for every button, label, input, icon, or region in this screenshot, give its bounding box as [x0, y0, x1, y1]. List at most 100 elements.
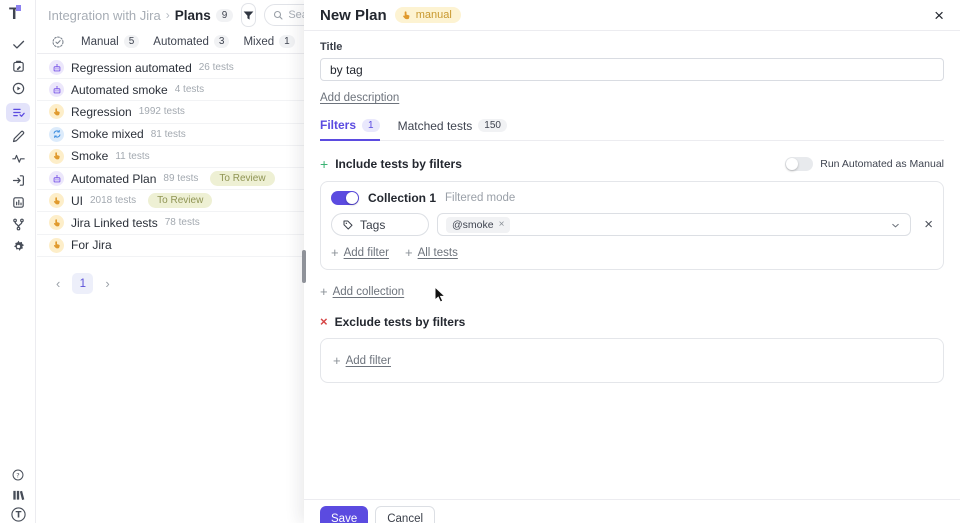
tab-mixed[interactable]: Mixed 1: [243, 35, 295, 48]
collection-toggle[interactable]: [331, 191, 359, 205]
exclude-card: + Add filter: [320, 338, 944, 383]
plan-title-input[interactable]: [320, 58, 944, 81]
hand-icon: [49, 237, 64, 253]
sidebar-item-editor[interactable]: [6, 129, 30, 144]
sidebar-item-suites[interactable]: [6, 59, 30, 74]
next-page-button[interactable]: ›: [105, 276, 109, 291]
robot-icon: [49, 60, 64, 76]
remove-filter-icon[interactable]: ×: [924, 217, 933, 232]
select-all-icon[interactable]: [51, 35, 65, 49]
include-section-header: + Include tests by filters Run Automated…: [320, 156, 944, 172]
tags-value-input[interactable]: @smoke ×: [437, 213, 912, 236]
plus-icon[interactable]: +: [320, 156, 328, 172]
tab-filters[interactable]: Filters 1: [320, 118, 380, 141]
plan-row[interactable]: Automated Plan 89 tests To Review: [37, 168, 304, 191]
plan-row[interactable]: Regression 1992 tests: [37, 101, 304, 124]
exclude-x-icon[interactable]: ×: [320, 314, 328, 329]
sidebar-item-import[interactable]: [6, 173, 30, 188]
plan-row[interactable]: For Jira: [37, 235, 304, 257]
include-section-title: Include tests by filters: [335, 157, 462, 171]
app-logo[interactable]: T: [9, 5, 22, 22]
collection-card: Collection 1 Filtered mode Tags @smoke ×…: [320, 181, 944, 270]
prev-page-button[interactable]: ‹: [56, 276, 60, 291]
plan-type-tabs: Manual5 Automated3 Mixed1 Generated: [37, 30, 363, 54]
robot-icon: [49, 82, 64, 98]
docs-button[interactable]: [6, 487, 30, 502]
play-circle-icon: [12, 82, 24, 95]
page-title: Plans: [174, 7, 211, 23]
status-badge: To Review: [210, 171, 275, 187]
run-automated-toggle[interactable]: [785, 157, 814, 171]
collection-name: Collection 1: [368, 191, 437, 205]
status-badge: To Review: [148, 193, 213, 209]
board-icon: [12, 60, 24, 72]
sidebar-bottom: ? T: [0, 467, 36, 522]
breadcrumb[interactable]: Integration with Jira: [48, 8, 161, 23]
cancel-button[interactable]: Cancel: [375, 506, 436, 523]
plan-row[interactable]: Smoke mixed 81 tests: [37, 124, 304, 146]
plan-row[interactable]: Regression automated 26 tests: [37, 57, 304, 80]
chevron-down-icon[interactable]: [890, 220, 901, 231]
add-filter-link[interactable]: + Add filter: [331, 245, 389, 260]
robot-icon: [49, 171, 64, 187]
breadcrumb-separator: ›: [165, 8, 170, 22]
add-collection-row: + Add collection: [320, 284, 944, 299]
drawer-body: Title Add description Filters1 Matched t…: [304, 31, 960, 499]
plan-row[interactable]: UI 2018 tests To Review: [37, 190, 304, 213]
sidebar-item-runs[interactable]: [6, 81, 30, 96]
funnel-icon: [243, 10, 254, 20]
title-label: Title: [320, 41, 343, 53]
run-automated-label: Run Automated as Manual: [820, 158, 944, 170]
logo-accent-square: [16, 5, 22, 11]
books-icon: [13, 490, 25, 500]
collection-actions: + Add filter + All tests: [331, 245, 933, 260]
new-plan-drawer: New Plan manual × Title Add description …: [304, 0, 960, 523]
add-description-link[interactable]: Add description: [320, 92, 399, 104]
sidebar-item-tests[interactable]: [6, 37, 30, 52]
sidebar-item-settings[interactable]: [6, 239, 30, 254]
plans-list-panel: Integration with Jira › Plans 9 × Manual…: [37, 0, 363, 523]
plan-type-badge: manual: [394, 7, 461, 23]
help-button[interactable]: ?: [6, 467, 30, 482]
run-automated-toggle-wrap: Run Automated as Manual: [785, 157, 944, 171]
search-icon: [274, 10, 283, 20]
matched-count-badge: 150: [478, 119, 507, 132]
plan-row[interactable]: Smoke 11 tests: [37, 146, 304, 168]
collection-filter-row: Tags @smoke × ×: [331, 213, 933, 236]
sync-arrows-icon: [49, 126, 64, 142]
filter-button[interactable]: [241, 3, 257, 27]
add-collection-link[interactable]: + Add collection: [320, 284, 404, 299]
exclude-add-filter-link[interactable]: + Add filter: [333, 353, 391, 368]
accessibility-button[interactable]: T: [6, 507, 30, 522]
sidebar-item-reports[interactable]: [6, 195, 30, 210]
hand-icon: [402, 10, 410, 19]
chip-remove-icon[interactable]: ×: [499, 219, 505, 230]
svg-text:T: T: [15, 511, 21, 521]
close-icon[interactable]: ×: [934, 7, 944, 24]
filter-tabs: Filters 1 Matched tests 150: [320, 118, 944, 141]
tags-selector[interactable]: Tags: [331, 213, 429, 236]
plans-list-check-icon: [12, 108, 25, 117]
save-button[interactable]: Save: [320, 506, 369, 523]
sidebar-item-branches[interactable]: [6, 217, 30, 232]
hand-icon: [49, 104, 64, 120]
tab-count: 3: [213, 35, 230, 48]
hand-icon: [49, 148, 64, 164]
tab-count: 1: [279, 35, 295, 48]
pagination: ‹ 1 ›: [37, 273, 110, 294]
sidebar-nav: [0, 37, 36, 254]
hand-icon: [49, 193, 64, 209]
sidebar-item-analytics[interactable]: [6, 151, 30, 166]
scrollbar-thumb[interactable]: [302, 250, 306, 283]
tab-manual[interactable]: Manual 5: [81, 35, 140, 48]
page-1-button[interactable]: 1: [72, 273, 94, 294]
tag-icon: [343, 220, 353, 229]
all-tests-link[interactable]: + All tests: [405, 245, 458, 260]
sidebar-item-plans[interactable]: [6, 103, 30, 122]
tab-matched-tests[interactable]: Matched tests 150: [398, 118, 507, 140]
plan-row[interactable]: Automated smoke 4 tests: [37, 79, 304, 102]
plan-row[interactable]: Jira Linked tests 78 tests: [37, 212, 304, 235]
pulse-icon: [11, 154, 25, 163]
tab-automated[interactable]: Automated 3: [153, 35, 230, 48]
bar-chart-icon: [12, 197, 24, 208]
